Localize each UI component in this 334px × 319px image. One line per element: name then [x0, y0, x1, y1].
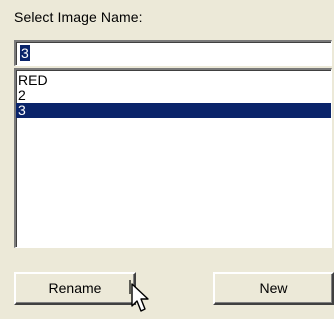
image-list[interactable]: RED 2 3: [14, 68, 332, 248]
list-item[interactable]: RED: [16, 73, 331, 88]
select-image-panel: Select Image Name: 3 RED 2 3 Rename New: [0, 0, 334, 319]
new-button[interactable]: New: [213, 272, 334, 305]
list-item-selected[interactable]: 3: [16, 103, 331, 118]
select-image-label: Select Image Name:: [14, 9, 143, 25]
rename-button[interactable]: Rename: [14, 272, 136, 305]
image-name-input-value: 3: [20, 45, 30, 61]
image-name-input[interactable]: 3: [14, 40, 332, 66]
mouse-pointer-icon: [129, 280, 149, 312]
list-item[interactable]: 2: [16, 88, 331, 103]
